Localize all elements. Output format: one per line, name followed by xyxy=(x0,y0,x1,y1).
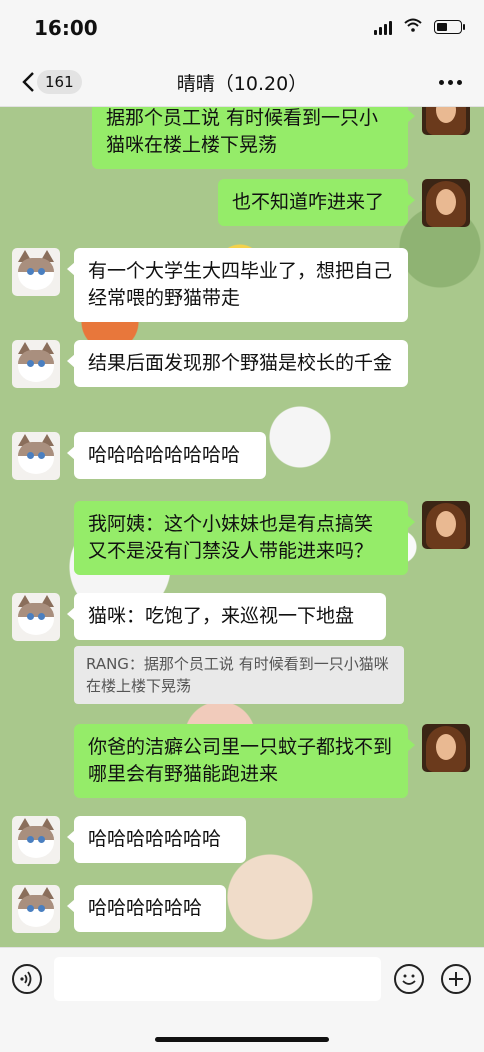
message-bubble-sent[interactable]: 我阿姨：这个小妹妹也是有点搞笑 又不是没有门禁没人带能进来吗？ xyxy=(74,501,415,575)
chat-title: 晴晴（10.20） xyxy=(176,73,308,95)
avatar-cat[interactable] xyxy=(12,432,60,480)
quoted-reply[interactable]: RANG：据那个员工说 有时候看到一只小猫咪在楼上楼下晃荡 xyxy=(74,646,404,704)
plus-icon[interactable] xyxy=(441,964,471,994)
message-bubble-received[interactable]: 结果后面发现那个野猫是校长的千金 xyxy=(67,340,408,387)
avatar-cat[interactable] xyxy=(12,340,60,388)
avatar-cat[interactable] xyxy=(12,248,60,296)
message-bubble-received[interactable]: 哈哈哈哈哈哈 xyxy=(67,885,226,932)
message-bubble-received[interactable]: 哈哈哈哈哈哈哈 xyxy=(67,816,246,863)
voice-icon[interactable] xyxy=(12,964,42,994)
message-bubble-sent[interactable]: 据那个员工说 有时候看到一只小猫咪在楼上楼下晃荡 xyxy=(92,107,415,169)
avatar-girl[interactable] xyxy=(422,501,470,549)
input-bar xyxy=(0,947,484,1052)
wifi-icon xyxy=(404,18,422,32)
chat-area[interactable]: 据那个员工说 有时候看到一只小猫咪在楼上楼下晃荡 也不知道咋进来了 有一个大学生… xyxy=(0,107,484,947)
more-dots-icon[interactable] xyxy=(439,80,462,85)
avatar-cat[interactable] xyxy=(12,885,60,933)
status-bar: 16:00 xyxy=(0,0,484,58)
message-bubble-received[interactable]: 哈哈哈哈哈哈哈哈 xyxy=(67,432,266,479)
avatar-cat[interactable] xyxy=(12,816,60,864)
avatar-girl[interactable] xyxy=(422,107,470,135)
message-input[interactable] xyxy=(54,957,381,1001)
status-time: 16:00 xyxy=(34,16,98,40)
avatar-girl[interactable] xyxy=(422,724,470,772)
avatar-cat[interactable] xyxy=(12,593,60,641)
avatar-girl[interactable] xyxy=(422,179,470,227)
home-indicator xyxy=(155,1037,329,1042)
message-bubble-sent[interactable]: 你爸的洁癖公司里一只蚊子都找不到哪里会有野猫能跑进来 xyxy=(74,724,415,798)
message-bubble-received[interactable]: 猫咪：吃饱了，来巡视一下地盘 xyxy=(67,593,386,640)
signal-icon xyxy=(374,21,392,35)
chat-header: 161 晴晴（10.20） xyxy=(0,58,484,107)
message-bubble-sent[interactable]: 也不知道咋进来了 xyxy=(218,179,415,226)
message-bubble-received[interactable]: 有一个大学生大四毕业了，想把自己经常喂的野猫带走 xyxy=(67,248,408,322)
battery-icon xyxy=(434,20,465,34)
emoji-icon[interactable] xyxy=(394,964,424,994)
